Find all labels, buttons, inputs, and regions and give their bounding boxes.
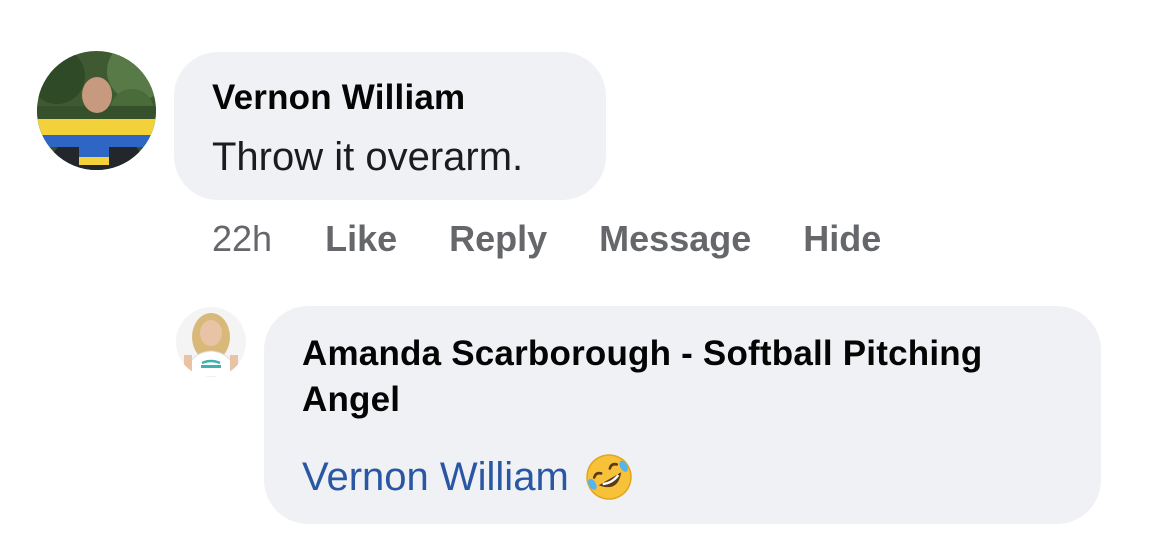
like-button[interactable]: Like <box>325 218 397 260</box>
reply-text: Vernon William <box>302 449 1071 505</box>
comment-bubble: Vernon William Throw it overarm. <box>174 52 606 200</box>
mention-link[interactable]: Vernon William <box>302 449 569 505</box>
comment-timestamp[interactable]: 22h <box>212 218 272 260</box>
reply-author-name[interactable]: Amanda Scarborough - Softball Pitching A… <box>302 331 1071 423</box>
hide-button[interactable]: Hide <box>803 218 881 260</box>
rolling-on-floor-laughing-emoji-icon <box>583 451 635 503</box>
comment-author-name[interactable]: Vernon William <box>212 75 606 121</box>
message-button[interactable]: Message <box>599 218 751 260</box>
reply-bubble: Amanda Scarborough - Softball Pitching A… <box>264 306 1101 524</box>
comment-text: Throw it overarm. <box>212 135 524 179</box>
amanda-avatar[interactable] <box>176 307 246 377</box>
comment-actions: 22h Like Reply Message Hide <box>212 216 933 262</box>
vernon-avatar[interactable] <box>37 51 156 170</box>
reply-button[interactable]: Reply <box>449 218 547 260</box>
